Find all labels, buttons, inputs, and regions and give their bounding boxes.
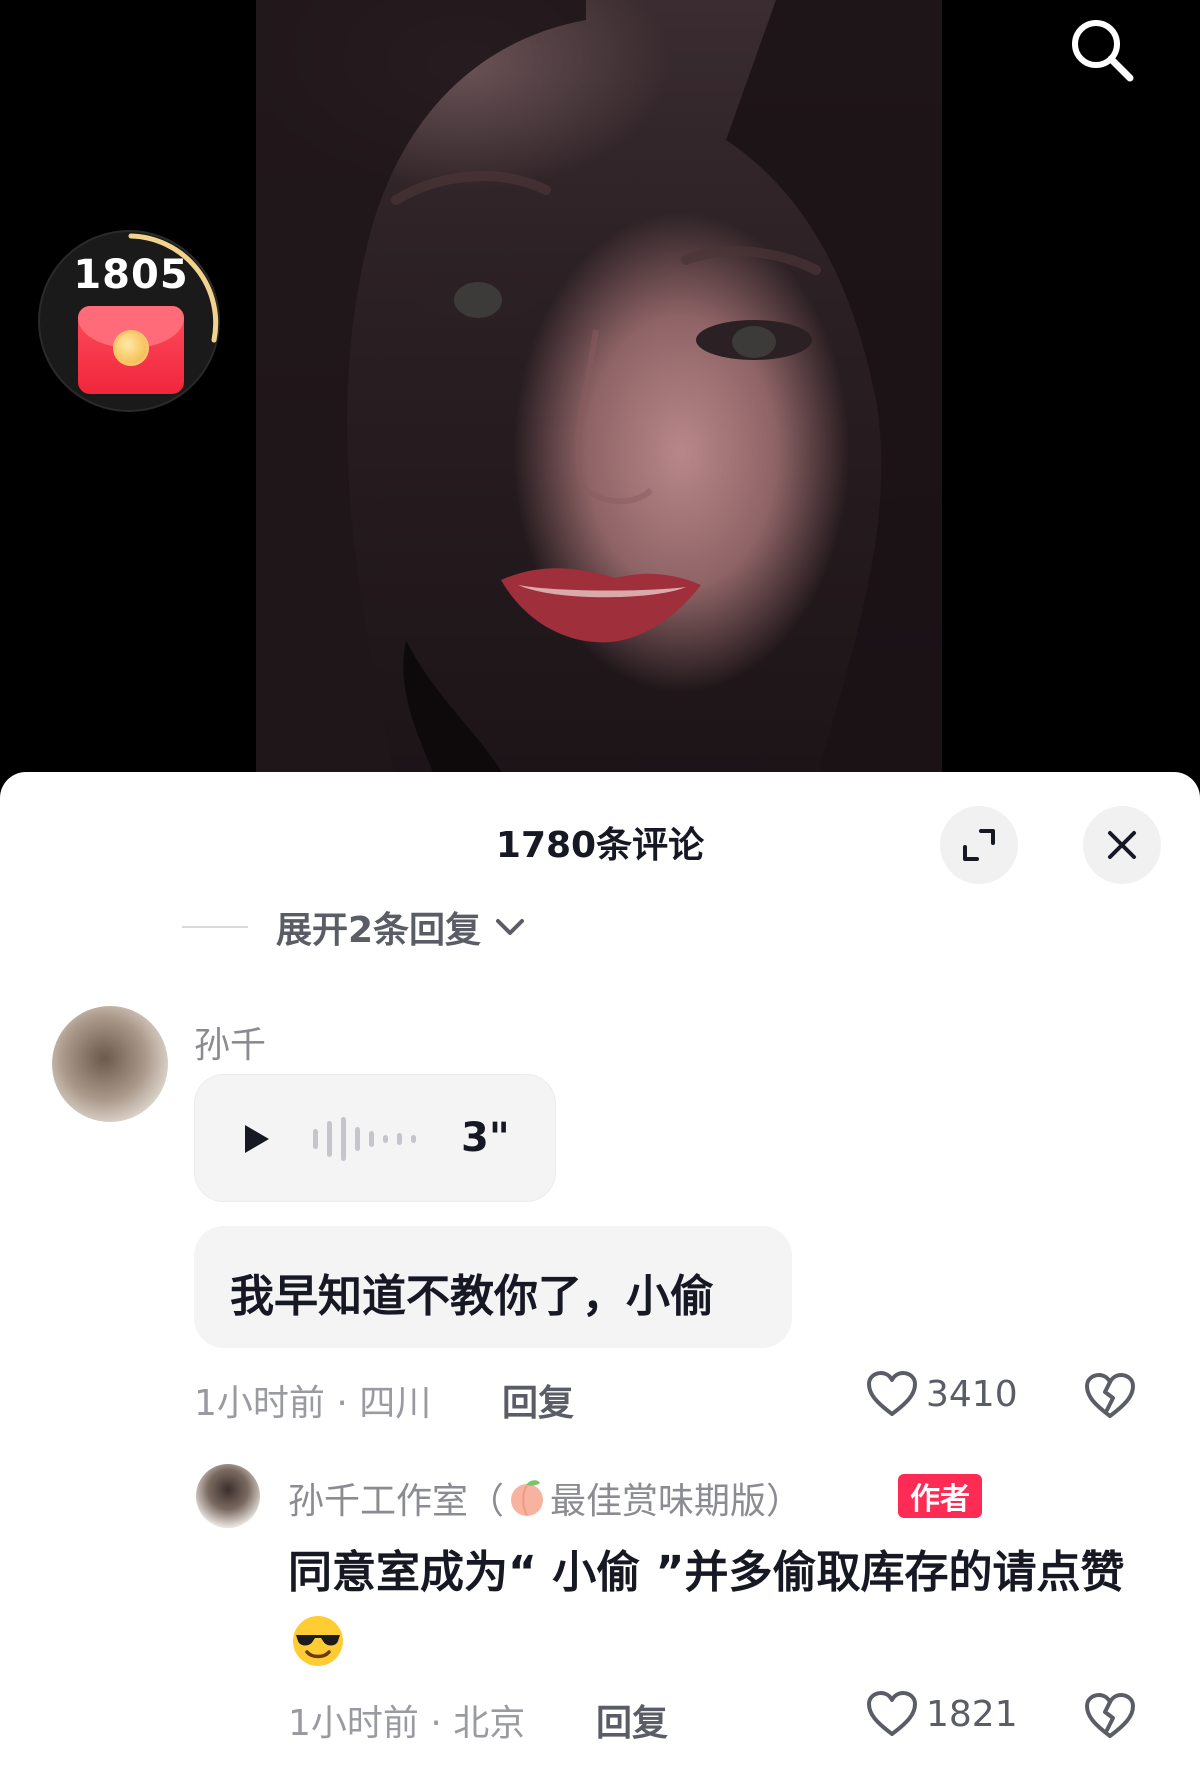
- reply-avatar[interactable]: [196, 1464, 260, 1528]
- comments-panel: 1780条评论 展开2条回复 孙千 3" 我早知道不教你了，小偷 1小时前 · …: [0, 772, 1200, 1788]
- close-icon: [1108, 831, 1136, 859]
- expand-button[interactable]: [940, 806, 1018, 884]
- close-button[interactable]: [1083, 806, 1161, 884]
- reply-like-button[interactable]: 1821: [866, 1690, 1018, 1738]
- red-packet-widget[interactable]: 1805: [38, 230, 220, 412]
- broken-heart-icon[interactable]: [1084, 1372, 1136, 1420]
- heart-icon: [867, 1691, 917, 1736]
- cool-emoji: [293, 1616, 343, 1666]
- reply-username[interactable]: 孙千工作室（ 最佳赏味期版）: [288, 1472, 802, 1524]
- waveform-icon: [313, 1117, 416, 1161]
- search-icon: [1072, 20, 1134, 82]
- expand-icon: [963, 829, 995, 861]
- broken-heart-icon[interactable]: [1084, 1692, 1136, 1740]
- voice-duration: 3": [461, 1115, 510, 1161]
- reply-reply-button[interactable]: 回复: [596, 1694, 668, 1746]
- comment-reply-button[interactable]: 回复: [502, 1374, 574, 1426]
- reply-time-location: 1小时前 · 北京: [288, 1703, 526, 1744]
- expand-replies-label: 展开2条回复: [276, 910, 482, 951]
- video-player[interactable]: 1805: [0, 0, 1200, 780]
- comment-time-location: 1小时前 · 四川: [194, 1383, 432, 1424]
- expand-replies-button[interactable]: 展开2条回复: [182, 902, 527, 952]
- play-icon: [245, 1125, 269, 1153]
- red-packet-count: 1805: [73, 252, 189, 298]
- heart-icon: [867, 1371, 917, 1416]
- comment-text-bubble[interactable]: 我早知道不教你了，小偷: [194, 1226, 792, 1348]
- reply-text: 同意室成为“ 小偷 ”并多偷取库存的请点赞: [288, 1540, 1128, 1672]
- comment-like-count: 3410: [926, 1373, 1018, 1415]
- peach-emoji: [511, 1480, 544, 1516]
- comments-title: 1780条评论: [495, 825, 705, 866]
- divider-line: [182, 926, 248, 928]
- reply-username-prefix: 孙千工作室（: [288, 1481, 505, 1522]
- chevron-down-icon: [496, 919, 525, 935]
- reply-username-suffix: 最佳赏味期版）: [550, 1481, 803, 1522]
- author-badge: 作者: [898, 1474, 982, 1518]
- comment-like-button[interactable]: 3410: [866, 1370, 1018, 1418]
- comment-text: 我早知道不教你了，小偷: [230, 1271, 714, 1322]
- voice-message[interactable]: 3": [194, 1074, 556, 1202]
- reply-text-content: 同意室成为“ 小偷 ”并多偷取库存的请点赞: [288, 1547, 1125, 1598]
- comment-username[interactable]: 孙千: [194, 1016, 266, 1068]
- search-button[interactable]: [1062, 10, 1142, 90]
- red-packet-icon: [78, 306, 184, 394]
- avatar[interactable]: [52, 1006, 168, 1122]
- video-face-image: [256, 0, 942, 780]
- video-frame[interactable]: [256, 0, 942, 780]
- reply-like-count: 1821: [926, 1693, 1018, 1735]
